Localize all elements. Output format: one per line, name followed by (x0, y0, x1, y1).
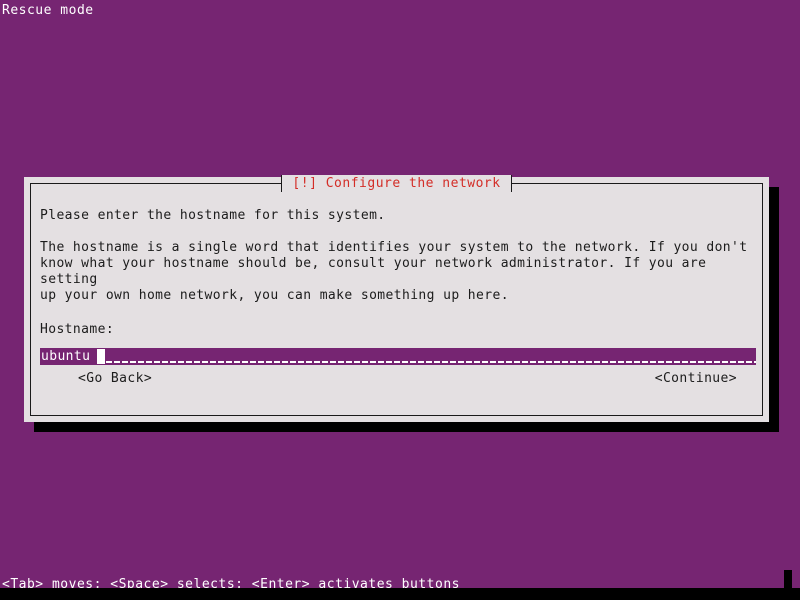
title-rule-right (510, 175, 763, 192)
text-cursor (97, 349, 105, 364)
continue-button[interactable]: <Continue> (655, 370, 737, 388)
detail-text: The hostname is a single word that ident… (40, 240, 748, 303)
title-rule-left (31, 175, 283, 192)
go-back-button[interactable]: <Go Back> (78, 370, 152, 388)
intro-text: Please enter the hostname for this syste… (40, 208, 386, 223)
dialog-body: Please enter the hostname for this syste… (40, 208, 756, 365)
bottom-black-bar (0, 588, 800, 600)
dialog-titlebar: [!] Configure the network (31, 175, 763, 192)
hostname-input[interactable]: ubuntu (40, 348, 756, 365)
hostname-label: Hostname: (40, 322, 115, 337)
rescue-mode-label: Rescue mode (2, 3, 94, 18)
hostname-input-value: ubuntu (41, 349, 91, 364)
dialog-title: [!] Configure the network (282, 175, 511, 192)
input-underline (98, 361, 756, 363)
dialog-button-row: <Go Back> <Continue> (40, 370, 753, 388)
dialog-frame: [!] Configure the network Please enter t… (30, 175, 763, 416)
configure-network-dialog: [!] Configure the network Please enter t… (24, 175, 769, 422)
terminal-cursor (784, 570, 792, 588)
